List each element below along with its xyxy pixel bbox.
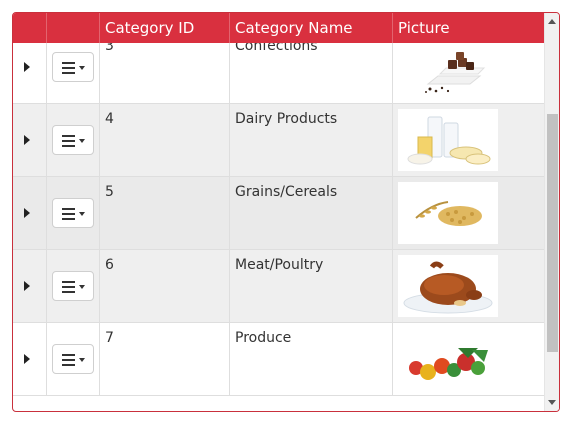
caret-down-icon — [79, 139, 85, 143]
expand-cell[interactable] — [13, 250, 47, 323]
category-name: Dairy Products — [235, 111, 338, 127]
category-name-cell[interactable]: Confections — [230, 43, 393, 104]
category-id-cell[interactable]: 6 — [100, 250, 230, 323]
row-menu-button[interactable] — [52, 271, 94, 301]
category-id: 7 — [105, 330, 114, 346]
command-cell — [47, 323, 100, 396]
expand-arrow-icon[interactable] — [24, 135, 30, 145]
category-id: 3 — [105, 43, 114, 54]
table-row[interactable]: 5 Grains/Cereals — [13, 177, 546, 250]
roast-chicken-image — [398, 255, 498, 317]
vegetables-image — [398, 328, 498, 390]
chocolates-on-plate-image — [398, 43, 498, 98]
grid-body[interactable]: 3 Confections 4 Dairy Products 5 Grains/… — [13, 43, 546, 411]
header-expand-column — [13, 13, 47, 43]
picture-cell[interactable] — [393, 104, 546, 177]
expand-cell[interactable] — [13, 323, 47, 396]
categories-grid: Category ID Category Name Picture 3 Conf… — [12, 12, 560, 412]
expand-arrow-icon[interactable] — [24, 62, 30, 72]
expand-arrow-icon[interactable] — [24, 354, 30, 364]
table-row[interactable]: 4 Dairy Products — [13, 104, 546, 177]
picture-cell[interactable] — [393, 177, 546, 250]
milk-and-cheese-image — [398, 109, 498, 171]
category-name-cell[interactable]: Meat/Poultry — [230, 250, 393, 323]
table-row[interactable]: 3 Confections — [13, 43, 546, 104]
command-cell — [47, 43, 100, 104]
category-id: 6 — [105, 257, 114, 273]
row-menu-button[interactable] — [52, 198, 94, 228]
expand-arrow-icon[interactable] — [24, 281, 30, 291]
hamburger-icon — [62, 208, 75, 223]
category-name: Meat/Poultry — [235, 257, 324, 273]
hamburger-icon — [62, 62, 75, 77]
category-name-cell[interactable]: Grains/Cereals — [230, 177, 393, 250]
hamburger-icon — [62, 354, 75, 369]
vertical-scrollbar[interactable] — [544, 13, 559, 411]
caret-down-icon — [79, 66, 85, 70]
caret-down-icon — [79, 358, 85, 362]
caret-down-icon — [79, 285, 85, 289]
category-id-cell[interactable]: 7 — [100, 323, 230, 396]
row-menu-button[interactable] — [52, 344, 94, 374]
header-category-id[interactable]: Category ID — [100, 13, 230, 43]
category-name: Grains/Cereals — [235, 184, 338, 200]
expand-arrow-icon[interactable] — [24, 208, 30, 218]
expand-cell[interactable] — [13, 104, 47, 177]
header-picture[interactable]: Picture — [393, 13, 546, 43]
category-id: 5 — [105, 184, 114, 200]
command-cell — [47, 177, 100, 250]
scroll-up-arrow-icon[interactable] — [548, 19, 556, 24]
category-name: Confections — [235, 43, 318, 54]
table-row[interactable]: 7 Produce — [13, 323, 546, 396]
category-id-cell[interactable]: 4 — [100, 104, 230, 177]
header-command-column — [47, 13, 100, 43]
hamburger-icon — [62, 281, 75, 296]
command-cell — [47, 104, 100, 177]
picture-cell[interactable] — [393, 323, 546, 396]
category-name: Produce — [235, 330, 292, 346]
picture-cell[interactable] — [393, 43, 546, 104]
category-id-cell[interactable]: 3 — [100, 43, 230, 104]
row-menu-button[interactable] — [52, 52, 94, 82]
expand-cell[interactable] — [13, 177, 47, 250]
row-menu-button[interactable] — [52, 125, 94, 155]
scroll-down-arrow-icon[interactable] — [548, 400, 556, 405]
command-cell — [47, 250, 100, 323]
table-row[interactable]: 6 Meat/Poultry — [13, 250, 546, 323]
caret-down-icon — [79, 212, 85, 216]
hamburger-icon — [62, 135, 75, 150]
expand-cell[interactable] — [13, 43, 47, 104]
category-name-cell[interactable]: Produce — [230, 323, 393, 396]
wheat-grains-image — [398, 182, 498, 244]
picture-cell[interactable] — [393, 250, 546, 323]
category-id: 4 — [105, 111, 114, 127]
header-category-name[interactable]: Category Name — [230, 13, 393, 43]
grid-header: Category ID Category Name Picture — [13, 13, 546, 43]
category-id-cell[interactable]: 5 — [100, 177, 230, 250]
category-name-cell[interactable]: Dairy Products — [230, 104, 393, 177]
scrollbar-thumb[interactable] — [547, 114, 558, 352]
